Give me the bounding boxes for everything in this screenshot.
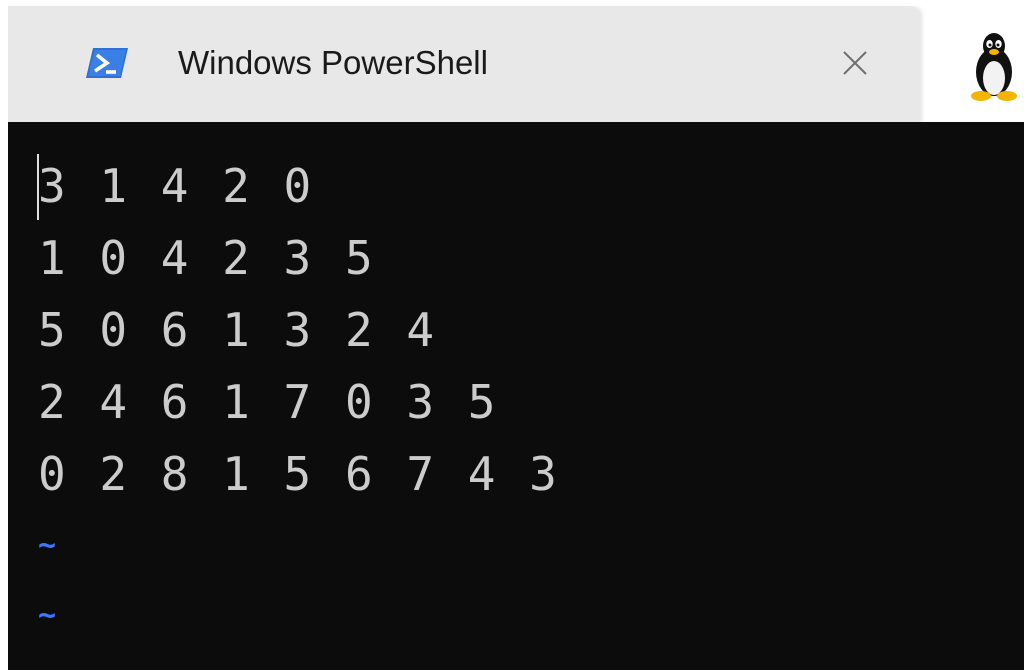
output-line: 0 2 8 1 5 6 7 4 3 [38,447,560,501]
output-line: 5 0 6 1 3 2 4 [38,303,438,357]
output-line: 1 0 4 2 3 5 [38,231,376,285]
tab-bar: Windows PowerShell [8,6,1024,122]
empty-line-tilde: ~ [38,598,57,633]
tab-windows-powershell[interactable]: Windows PowerShell [8,6,920,122]
terminal-output[interactable]: 3 1 4 2 0 1 0 4 2 3 5 5 0 6 1 3 2 4 2 4 … [8,122,1024,670]
output-line: 2 4 6 1 7 0 3 5 [38,375,499,429]
powershell-icon [86,48,128,78]
terminal-window: Windows PowerShell 3 1 4 2 0 1 0 4 2 3 5… [8,6,1024,670]
tab-title: Windows PowerShell [178,44,488,81]
empty-line-tilde: ~ [38,528,57,563]
output-line: 3 1 4 2 0 [38,159,315,213]
close-icon[interactable] [836,44,874,82]
linux-penguin-icon[interactable] [964,26,1024,102]
